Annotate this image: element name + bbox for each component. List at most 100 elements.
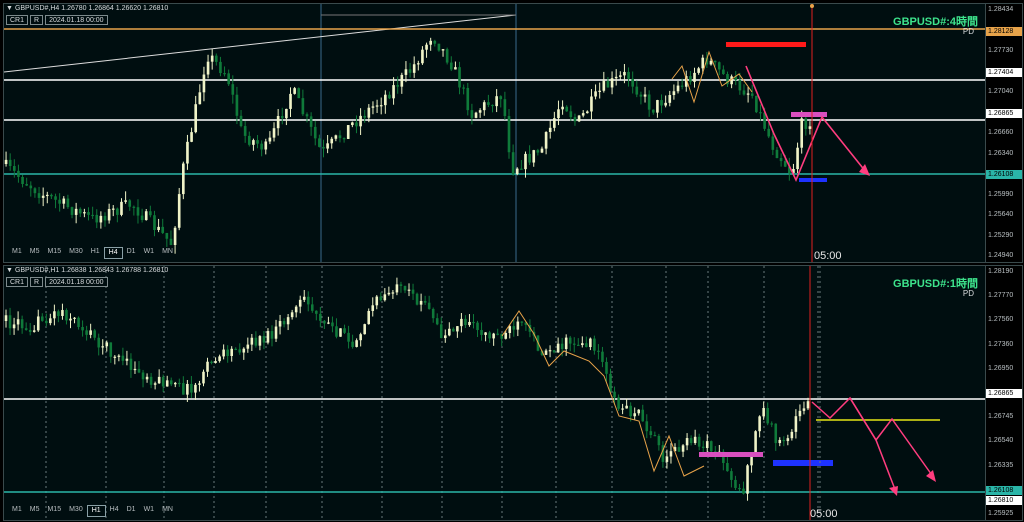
candle-body xyxy=(242,348,246,353)
candle-body xyxy=(647,94,651,110)
timeframe-w1-button[interactable]: W1 xyxy=(140,505,159,517)
h4-pd-label: PD xyxy=(962,27,974,36)
timeframe-m30-button[interactable]: M30 xyxy=(65,247,87,259)
timeframe-d1-button[interactable]: D1 xyxy=(123,505,140,517)
timeframe-d1-button[interactable]: D1 xyxy=(123,247,140,259)
candle-body xyxy=(637,409,641,414)
timeframe-w1-button[interactable]: W1 xyxy=(140,247,159,259)
candle-body xyxy=(794,416,798,432)
candle-body xyxy=(639,94,643,97)
candle-body xyxy=(318,138,321,147)
candle-body xyxy=(258,336,262,346)
candle-body xyxy=(194,384,197,393)
timeframe-m15-button[interactable]: M15 xyxy=(43,247,65,259)
candle-body xyxy=(234,348,238,351)
candle-body xyxy=(415,293,419,305)
candle-body xyxy=(120,201,123,215)
candle-body xyxy=(633,413,636,417)
candle-body xyxy=(21,176,24,185)
candle-body xyxy=(586,111,589,114)
candle-body xyxy=(97,337,100,348)
candle-body xyxy=(472,321,475,324)
candle-body xyxy=(734,479,737,488)
date-field[interactable]: 2024.01.18 00:00 xyxy=(45,277,108,287)
candle-body xyxy=(750,455,753,466)
candle-body xyxy=(548,350,552,352)
timeframe-m5-button[interactable]: M5 xyxy=(26,505,44,517)
timeframe-m1-button[interactable]: M1 xyxy=(8,505,26,517)
candle-body xyxy=(272,128,276,138)
r-button[interactable]: R xyxy=(30,277,44,287)
collapse-triangle-icon[interactable]: ▼ xyxy=(6,5,13,12)
timeframe-mn-button[interactable]: MN xyxy=(158,505,177,517)
candle-body xyxy=(454,67,457,70)
cr-button[interactable]: CR1 xyxy=(6,277,29,287)
candle-body xyxy=(429,40,432,45)
candle-body xyxy=(109,342,113,357)
candle-body xyxy=(448,328,451,336)
price-tick: 1.24940 xyxy=(988,252,1014,259)
candle-body xyxy=(746,93,750,95)
candle-body xyxy=(116,208,119,215)
candle-body xyxy=(689,438,693,444)
candle-body xyxy=(276,115,280,129)
h4-price-axis[interactable]: 1.28434 1.28128 1.27730 1.27404 1.27040 1.268… xyxy=(985,4,1022,262)
timeframe-h4-button[interactable]: H4 xyxy=(103,247,123,259)
cr-button[interactable]: CR1 xyxy=(6,15,29,25)
candle-body xyxy=(294,306,298,313)
timeframe-m1-button[interactable]: M1 xyxy=(8,247,26,259)
price-level-tag: 1.26108 xyxy=(986,485,1022,495)
candle-body xyxy=(8,315,12,329)
h4-chart-pane[interactable]: 1.28434 1.28128 1.27730 1.27404 1.27040 1.268… xyxy=(3,3,1023,263)
candle-body xyxy=(660,100,663,106)
candle-body xyxy=(403,285,407,291)
candle-body xyxy=(598,90,602,92)
candle-body xyxy=(796,147,799,170)
candle-body xyxy=(585,343,588,348)
candle-body xyxy=(423,300,427,303)
candle-body xyxy=(730,471,733,480)
candle-body xyxy=(157,376,161,384)
timeframe-mn-button[interactable]: MN xyxy=(158,247,177,259)
candle-body xyxy=(101,346,105,348)
timeframe-m30-button[interactable]: M30 xyxy=(65,505,87,517)
candle-body xyxy=(758,416,761,432)
candle-body xyxy=(482,102,486,111)
candle-body xyxy=(173,227,177,245)
candle-body xyxy=(606,80,610,88)
timeframe-h4-button[interactable]: H4 xyxy=(106,505,123,517)
candle-body xyxy=(70,207,74,215)
candle-body xyxy=(186,141,189,164)
candle-body xyxy=(504,332,508,339)
timeframe-m15-button[interactable]: M15 xyxy=(43,505,65,517)
r-button[interactable]: R xyxy=(30,15,44,25)
candle-body xyxy=(83,212,86,214)
timeframe-h1-button[interactable]: H1 xyxy=(87,247,104,259)
timeframe-m5-button[interactable]: M5 xyxy=(26,247,44,259)
h1-chart-pane[interactable]: 1.28190 1.27770 1.27560 1.27360 1.26950 1.268… xyxy=(3,265,1023,521)
collapse-triangle-icon[interactable]: ▼ xyxy=(6,267,13,274)
date-field[interactable]: 2024.01.18 00:00 xyxy=(45,15,108,25)
candle-body xyxy=(322,146,325,149)
candle-body xyxy=(750,93,754,96)
candle-body xyxy=(645,421,649,432)
candle-body xyxy=(379,105,383,107)
candle-body xyxy=(487,102,490,105)
price-tick: 1.26745 xyxy=(988,413,1014,421)
price-tick: 1.25925 xyxy=(988,510,1014,517)
candle-body xyxy=(91,214,94,217)
candle-body xyxy=(536,150,540,153)
candle-body xyxy=(421,49,424,64)
timeframe-h1-button[interactable]: H1 xyxy=(86,505,106,517)
candle-body xyxy=(602,80,606,91)
candle-body xyxy=(705,441,709,449)
candle-body xyxy=(755,95,758,113)
h1-price-axis[interactable]: 1.28190 1.27770 1.27560 1.27360 1.26950 1.268… xyxy=(985,266,1022,520)
candle-body xyxy=(466,87,470,111)
candle-body xyxy=(433,40,437,44)
candle-body xyxy=(491,104,494,107)
h4-price-plot[interactable] xyxy=(4,4,985,262)
candle-body xyxy=(395,284,399,293)
candle-body xyxy=(419,300,423,305)
h1-price-plot[interactable] xyxy=(4,266,985,520)
